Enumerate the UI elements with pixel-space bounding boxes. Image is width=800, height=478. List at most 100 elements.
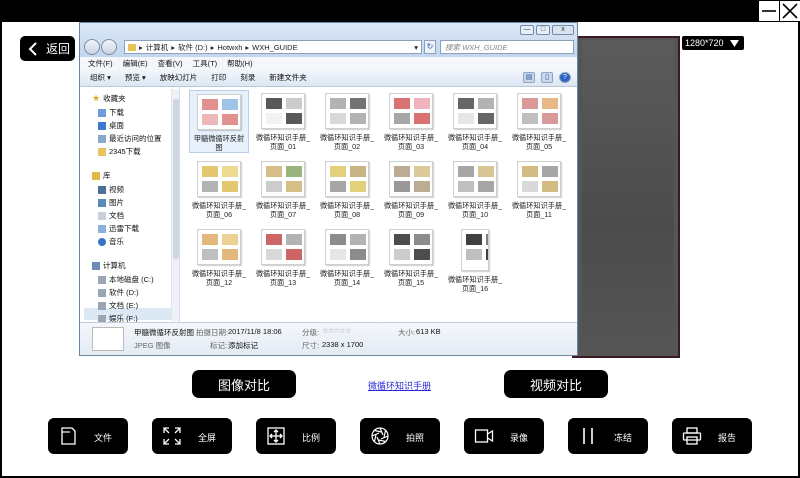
new-folder-button[interactable]: 新建文件夹 [269, 72, 307, 83]
sidebar-item-documents[interactable]: 文档 [98, 210, 124, 221]
back-button[interactable]: 返回 [20, 36, 75, 61]
sidebar-item-pictures[interactable]: 图片 [98, 197, 124, 208]
detail-file-type: JPEG 图像 [134, 341, 171, 350]
file-name-line1: 微循环知识手册_ [191, 269, 247, 278]
file-thumbnail [453, 93, 497, 129]
ratio-button[interactable]: 比例 [256, 418, 336, 454]
file-item[interactable]: 微循环知识手册_ 页面_06 [189, 158, 249, 219]
menu-view[interactable]: 查看(V) [158, 58, 183, 69]
report-button[interactable]: 报告 [672, 418, 752, 454]
rating-stars[interactable]: ☆☆☆☆☆ [322, 326, 352, 335]
file-name-line1: 微循环知识手册_ [511, 201, 567, 210]
folder-icon [128, 43, 136, 51]
file-item[interactable]: 微循环知识手册_ 页面_09 [381, 158, 441, 219]
explorer-close-button[interactable]: x [552, 25, 574, 35]
manual-link[interactable]: 微循环知识手册 [368, 379, 431, 392]
chevron-left-icon [28, 41, 37, 56]
explorer-maximize-button[interactable]: □ [536, 25, 550, 35]
sidebar-item-drive-e[interactable]: 文档 (E:) [98, 300, 138, 311]
file-item[interactable]: 微循环知识手册_ 页面_13 [253, 226, 313, 287]
file-item[interactable]: 微循环知识手册_ 页面_04 [445, 90, 505, 151]
file-item[interactable]: 微循环知识手册_ 页面_12 [189, 226, 249, 287]
sidebar-item-drive-d[interactable]: 软件 (D:) [98, 287, 139, 298]
print-button[interactable]: 打印 [211, 72, 226, 83]
preview-image [582, 40, 674, 352]
slideshow-button[interactable]: 放映幻灯片 [160, 72, 198, 83]
sidebar-item-2345-downloads[interactable]: 2345下载 [98, 146, 141, 157]
file-name-line1: 微循环知识手册_ [319, 269, 375, 278]
view-options-icon[interactable]: ▤ [523, 72, 535, 83]
help-icon[interactable]: ? [559, 72, 571, 83]
back-arrow-icon[interactable] [84, 39, 100, 55]
sidebar-scrollbar[interactable] [171, 89, 179, 321]
file-item[interactable]: 微循环知识手册_ 页面_10 [445, 158, 505, 219]
file-thumbnail [261, 161, 305, 197]
burn-button[interactable]: 刻录 [240, 72, 255, 83]
preview-pane-icon[interactable]: ▯ [541, 72, 553, 83]
menu-tools[interactable]: 工具(T) [193, 58, 218, 69]
file-item[interactable]: 微循环知识手册_ 页面_05 [509, 90, 569, 151]
menu-edit[interactable]: 编辑(E) [123, 58, 148, 69]
file-item[interactable]: 甲髓微循环反射图 [189, 90, 249, 153]
resolution-value: 1280*720 [685, 38, 724, 48]
detail-tags-label: 标记: [210, 341, 228, 350]
breadcrumb-hotwxh[interactable]: Hotwxh [217, 43, 242, 52]
file-name-line1: 甲髓微循环反射 [193, 134, 245, 143]
file-item[interactable]: 微循环知识手册_ 页面_14 [317, 226, 377, 287]
video-compare-button[interactable]: 视频对比 [504, 370, 608, 398]
file-thumbnail [453, 161, 497, 197]
sidebar-computer[interactable]: 计算机 [92, 260, 126, 271]
file-item[interactable]: 微循环知识手册_ 页面_02 [317, 90, 377, 151]
file-item[interactable]: 微循环知识手册_ 页面_01 [253, 90, 313, 151]
refresh-icon[interactable]: ↻ [424, 40, 436, 54]
nav-buttons [84, 39, 120, 55]
explorer-minimize-button[interactable]: — [520, 25, 534, 35]
address-dropdown-icon[interactable]: ▾ [414, 43, 418, 52]
sidebar-item-drive-c[interactable]: 本地磁盘 (C:) [98, 274, 154, 285]
minimize-button[interactable] [758, 0, 780, 22]
detail-tags[interactable]: 添加标记 [228, 340, 258, 351]
capture-photo-button-label: 拍照 [406, 433, 425, 443]
detail-size-label: 大小: [398, 328, 416, 337]
capture-photo-button[interactable]: 拍照 [360, 418, 440, 454]
sidebar-item-desktop[interactable]: 桌面 [98, 120, 124, 131]
sidebar-libraries[interactable]: 库 [92, 170, 111, 181]
freeze-button[interactable]: 冻结 [568, 418, 648, 454]
search-input[interactable]: 搜索 WXH_GUIDE [440, 40, 574, 54]
address-bar[interactable]: ▸ 计算机 ▸ 软件 (D:) ▸ Hotwxh ▸ WXH_GUIDE ▾ [124, 40, 422, 54]
file-item[interactable]: 微循环知识手册_ 页面_08 [317, 158, 377, 219]
breadcrumb-computer[interactable]: 计算机 [146, 42, 169, 53]
sidebar-favorites[interactable]: ★ 收藏夹 [92, 93, 126, 104]
close-button[interactable] [779, 0, 800, 22]
fullscreen-button[interactable]: 全屏 [152, 418, 232, 454]
resolution-select[interactable]: 1280*720 [682, 36, 744, 50]
detail-rating-label: 分级: [302, 328, 320, 337]
download-folder-icon [98, 108, 106, 117]
folder-icon [98, 224, 106, 233]
file-item[interactable]: 微循环知识手册_ 页面_07 [253, 158, 313, 219]
file-button[interactable]: 文件 [48, 418, 128, 454]
organize-button[interactable]: 组织 ▾ [90, 72, 111, 83]
sidebar-item-downloads[interactable]: 下载 [98, 107, 124, 118]
sidebar-item-music[interactable]: 音乐 [98, 236, 124, 247]
image-compare-button[interactable]: 图像对比 [192, 370, 296, 398]
menu-file[interactable]: 文件(F) [88, 58, 113, 69]
selected-file-thumbnail [92, 327, 124, 351]
file-item[interactable]: 微循环知识手册_ 页面_03 [381, 90, 441, 151]
sidebar-scrollbar-thumb[interactable] [173, 99, 179, 259]
sidebar-item-xunlei[interactable]: 迅雷下载 [98, 223, 139, 234]
preview-button[interactable]: 预览 ▾ [125, 72, 146, 83]
file-item[interactable]: 微循环知识手册_ 页面_16 [445, 226, 505, 293]
file-name-line2: 页面_05 [525, 142, 553, 151]
menu-help[interactable]: 帮助(H) [227, 58, 252, 69]
sidebar-item-recent[interactable]: 最近访问的位置 [98, 133, 162, 144]
back-button-label: 返回 [46, 42, 71, 56]
breadcrumb-wxh-guide[interactable]: WXH_GUIDE [252, 43, 297, 52]
record-video-button[interactable]: 录像 [464, 418, 544, 454]
record-video-button-label: 录像 [510, 433, 529, 443]
file-item[interactable]: 微循环知识手册_ 页面_15 [381, 226, 441, 287]
sidebar-item-videos[interactable]: 视频 [98, 184, 124, 195]
breadcrumb-drive-d[interactable]: 软件 (D:) [178, 42, 208, 53]
file-item[interactable]: 微循环知识手册_ 页面_11 [509, 158, 569, 219]
forward-arrow-icon[interactable] [101, 39, 117, 55]
